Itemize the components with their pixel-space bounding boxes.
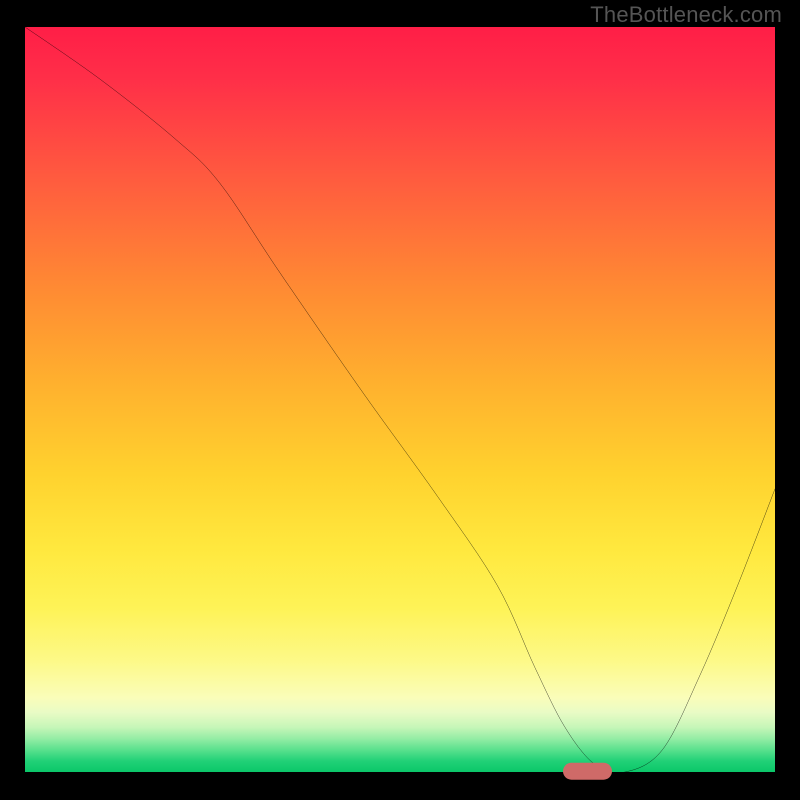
attribution-text: TheBottleneck.com	[590, 2, 782, 28]
chart-frame: TheBottleneck.com	[0, 0, 800, 800]
plot-area	[25, 27, 775, 772]
bottleneck-curve	[25, 27, 775, 772]
optimal-marker	[563, 763, 612, 780]
